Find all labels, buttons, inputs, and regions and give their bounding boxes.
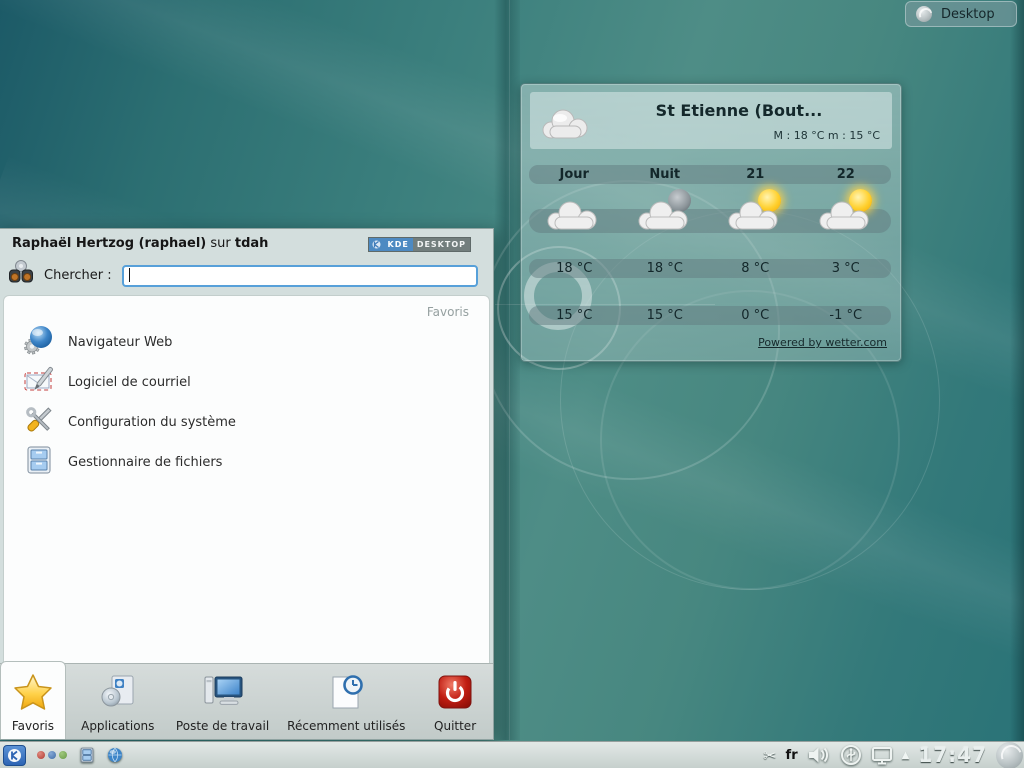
power-icon — [436, 664, 474, 719]
digital-clock[interactable]: 17:47 — [918, 743, 987, 767]
weather-day-header: 21 — [710, 165, 801, 184]
tab-applications[interactable]: Applications — [66, 664, 170, 739]
favorite-item-label: Navigateur Web — [68, 335, 172, 350]
weather-condition-icon — [543, 189, 605, 234]
favorites-list: Navigateur Web — [18, 322, 479, 482]
kickoff-tab-bar: Favoris Applications — [0, 663, 493, 739]
recent-documents-icon — [326, 664, 366, 719]
kickoff-launcher-button[interactable] — [3, 745, 26, 766]
kickoff-host-name: tdah — [235, 236, 269, 251]
panel-launchers — [3, 742, 123, 768]
weather-icon-row — [529, 188, 891, 234]
email-icon — [22, 363, 56, 401]
search-binoculars-icon — [6, 258, 36, 292]
display-monitor-icon[interactable] — [871, 746, 893, 765]
favorite-item-email[interactable]: Logiciel de courriel — [18, 362, 479, 402]
tab-label: Quitter — [434, 719, 476, 733]
file-manager-icon — [22, 443, 56, 481]
tab-quitter[interactable]: Quitter — [417, 664, 493, 739]
favorite-item-label: Logiciel de courriel — [68, 375, 191, 390]
weather-low-temp: 0 °C — [710, 306, 801, 325]
system-tray: ✂ fr ▲ 17 — [763, 742, 1023, 768]
kickoff-favorites-panel: Favoris — [3, 295, 490, 666]
weather-widget[interactable]: St Etienne (Bout... M : 18 °C m : 15 °C … — [520, 83, 902, 362]
tab-recemment-utilises[interactable]: Récemment utilisés — [275, 664, 417, 739]
text-caret — [129, 268, 130, 282]
weather-cloud-icon — [540, 104, 592, 144]
pager-dot-red — [37, 751, 45, 759]
favorites-section-label: Favoris — [427, 305, 469, 319]
tab-label: Applications — [81, 719, 154, 733]
weather-day-header: Nuit — [620, 165, 711, 184]
plasma-cashew-icon — [916, 6, 932, 22]
panel-cashew-icon[interactable] — [996, 742, 1023, 768]
pager-dot-green — [59, 751, 67, 759]
file-manager-launcher-icon[interactable] — [78, 746, 96, 764]
wallpaper-dark-stripe — [494, 0, 520, 740]
favorite-item-label: Gestionnaire de fichiers — [68, 455, 222, 470]
weather-day-header: 22 — [801, 165, 892, 184]
weather-credit-link[interactable]: Powered by wetter.com — [758, 336, 887, 349]
weather-high-temp-row: 18 °C 18 °C 8 °C 3 °C — [529, 259, 891, 278]
kickoff-search-row: Chercher : — [6, 257, 493, 293]
search-label: Chercher : — [44, 268, 112, 283]
favorite-item-web-browser[interactable]: Navigateur Web — [18, 322, 479, 362]
star-icon — [13, 665, 53, 719]
badge-kde-label: KDE — [384, 238, 413, 251]
tab-label: Récemment utilisés — [287, 719, 405, 733]
weather-low-temp: 15 °C — [620, 306, 711, 325]
weather-low-temp: 15 °C — [529, 306, 620, 325]
kde-desktop-badge: KDE DESKTOP — [368, 237, 472, 252]
weather-low-temp-row: 15 °C 15 °C 0 °C -1 °C — [529, 306, 891, 325]
weather-low-temp: -1 °C — [801, 306, 892, 325]
device-notifier-usb-icon[interactable] — [840, 744, 862, 766]
tab-favoris[interactable]: Favoris — [0, 661, 66, 739]
desktop-toolbox-label: Desktop — [941, 7, 995, 22]
tab-label: Favoris — [12, 719, 54, 733]
kickoff-user-name: Raphaël Hertzog (raphael) — [12, 236, 206, 251]
kickoff-user-title: Raphaël Hertzog (raphael) sur tdah — [12, 236, 268, 251]
weather-condition-icon — [634, 189, 696, 234]
desktop-toolbox-button[interactable]: Desktop — [905, 1, 1017, 27]
badge-desktop-label: DESKTOP — [413, 238, 470, 251]
keyboard-layout-indicator[interactable]: fr — [786, 748, 798, 763]
weather-header: St Etienne (Bout... M : 18 °C m : 15 °C — [530, 92, 892, 149]
kickoff-menu: Raphaël Hertzog (raphael) sur tdah KDE D… — [0, 228, 494, 740]
weather-high-temp: 8 °C — [710, 259, 801, 278]
favorite-item-system-settings[interactable]: Configuration du système — [18, 402, 479, 442]
volume-icon[interactable] — [807, 746, 831, 764]
weather-day-header: Jour — [529, 165, 620, 184]
weather-condition-icon — [815, 189, 877, 234]
wallpaper-edge-shadow — [1010, 0, 1024, 768]
weather-high-temp: 18 °C — [529, 259, 620, 278]
tab-label: Poste de travail — [176, 719, 269, 733]
kickoff-user-connector: sur — [210, 236, 230, 251]
desktop: Desktop St Etienne (Bout... M : 18 °C m … — [0, 0, 1024, 768]
clipboard-scissors-icon[interactable]: ✂ — [763, 746, 776, 765]
system-settings-icon — [22, 403, 56, 441]
desktop-pager-dots[interactable] — [37, 751, 67, 759]
weather-high-temp: 18 °C — [620, 259, 711, 278]
pager-dot-blue — [48, 751, 56, 759]
weather-high-temp: 3 °C — [801, 259, 892, 278]
applications-icon — [98, 664, 138, 719]
web-browser-icon — [22, 323, 56, 361]
weather-condition-icon — [724, 189, 786, 234]
weather-location-title: St Etienne (Bout... — [600, 101, 878, 120]
web-browser-launcher-icon[interactable] — [107, 747, 123, 763]
wallpaper-line — [509, 0, 510, 740]
computer-icon — [201, 664, 245, 719]
favorite-item-file-manager[interactable]: Gestionnaire de fichiers — [18, 442, 479, 482]
kde-gear-icon — [369, 238, 384, 251]
weather-day-header-row: Jour Nuit 21 22 — [529, 165, 891, 184]
bottom-panel: ✂ fr ▲ 17 — [0, 741, 1024, 768]
tab-poste-de-travail[interactable]: Poste de travail — [170, 664, 276, 739]
search-input[interactable] — [122, 265, 478, 287]
weather-maxmin: M : 18 °C m : 15 °C — [774, 129, 880, 142]
favorite-item-label: Configuration du système — [68, 415, 236, 430]
tray-expander-arrow-icon[interactable]: ▲ — [902, 750, 910, 761]
